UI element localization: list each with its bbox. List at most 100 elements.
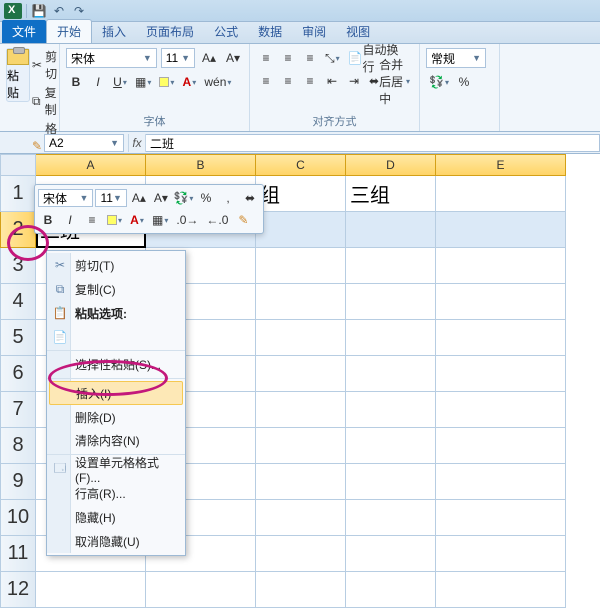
cell-c12[interactable] <box>256 572 346 608</box>
tab-file[interactable]: 文件 <box>2 20 46 43</box>
mini-align[interactable]: ≡ <box>82 210 102 230</box>
cell-c10[interactable] <box>256 500 346 536</box>
tab-data[interactable]: 数据 <box>248 20 292 43</box>
mini-italic[interactable]: I <box>60 210 80 230</box>
mini-dec-decimal[interactable]: .0→ <box>173 210 201 230</box>
cell-d8[interactable] <box>346 428 436 464</box>
row-header-3[interactable]: 3 <box>0 248 36 284</box>
cell-e1[interactable] <box>436 176 566 212</box>
save-icon[interactable]: 💾 <box>31 3 47 19</box>
menu-row-height[interactable]: 行高(R)... <box>47 481 185 505</box>
mini-fill[interactable]: ▾ <box>104 210 125 230</box>
cell-d1[interactable]: 三组 <box>346 176 436 212</box>
cell-c9[interactable] <box>256 464 346 500</box>
font-name-combo[interactable]: 宋体▼ <box>66 48 157 68</box>
cell-e5[interactable] <box>436 320 566 356</box>
mini-font-color[interactable]: A▾ <box>127 210 147 230</box>
copy-button[interactable]: 复制 <box>32 84 61 118</box>
merge-center-button[interactable]: ⬌合并后居中▾ <box>366 71 413 91</box>
tab-view[interactable]: 视图 <box>336 20 380 43</box>
cell-e8[interactable] <box>436 428 566 464</box>
mini-size-combo[interactable]: 11▼ <box>95 189 126 207</box>
col-header-a[interactable]: A <box>36 154 146 176</box>
cell-e12[interactable] <box>436 572 566 608</box>
cell-d12[interactable] <box>346 572 436 608</box>
cell-d11[interactable] <box>346 536 436 572</box>
menu-format-cells[interactable]: 🗔设置单元格格式(F)... <box>47 457 185 481</box>
cell-c6[interactable] <box>256 356 346 392</box>
row-header-10[interactable]: 10 <box>0 500 36 536</box>
row-header-5[interactable]: 5 <box>0 320 36 356</box>
mini-border[interactable]: ▦▾ <box>149 210 171 230</box>
undo-icon[interactable]: ↶ <box>51 3 67 19</box>
cell-c3[interactable] <box>256 248 346 284</box>
decrease-indent-button[interactable]: ⇤ <box>322 71 342 91</box>
menu-insert[interactable]: 插入(I) <box>49 381 183 405</box>
mini-inc-decimal[interactable]: ←.0 <box>203 210 231 230</box>
percent-button[interactable]: % <box>454 72 474 92</box>
col-header-b[interactable]: B <box>146 154 256 176</box>
tab-home[interactable]: 开始 <box>46 19 92 43</box>
menu-paste-option-1[interactable]: 📄 <box>47 325 185 351</box>
mini-percent[interactable]: % <box>196 188 216 208</box>
align-middle-button[interactable]: ≡ <box>278 48 298 68</box>
row-header-2[interactable]: 2 <box>0 212 36 248</box>
orientation-button[interactable]: ⤡▾ <box>322 48 343 68</box>
menu-delete[interactable]: 删除(D) <box>47 405 185 429</box>
font-color-button[interactable]: A▾ <box>179 72 199 92</box>
italic-button[interactable]: I <box>88 72 108 92</box>
redo-icon[interactable]: ↷ <box>71 3 87 19</box>
underline-button[interactable]: U▾ <box>110 72 130 92</box>
menu-cut[interactable]: 剪切(T) <box>47 253 185 277</box>
row-header-9[interactable]: 9 <box>0 464 36 500</box>
row-header-6[interactable]: 6 <box>0 356 36 392</box>
cell-e9[interactable] <box>436 464 566 500</box>
cell-c8[interactable] <box>256 428 346 464</box>
align-right-button[interactable]: ≡ <box>300 71 320 91</box>
cell-e2[interactable] <box>436 212 566 248</box>
cell-d3[interactable] <box>346 248 436 284</box>
cell-d2[interactable] <box>346 212 436 248</box>
col-header-d[interactable]: D <box>346 154 436 176</box>
tab-formulas[interactable]: 公式 <box>204 20 248 43</box>
tab-insert[interactable]: 插入 <box>92 20 136 43</box>
mini-shrink-font[interactable]: A▾ <box>151 188 171 208</box>
cell-e3[interactable] <box>436 248 566 284</box>
phonetic-button[interactable]: wén▾ <box>201 72 234 92</box>
cell-e4[interactable] <box>436 284 566 320</box>
align-left-button[interactable]: ≡ <box>256 71 276 91</box>
menu-paste-special[interactable]: 选择性粘贴(S)... <box>47 353 185 379</box>
mini-bold[interactable]: B <box>38 210 58 230</box>
mini-currency[interactable]: 💱▾ <box>173 188 194 208</box>
cell-c1[interactable]: 组 <box>256 176 346 212</box>
paste-button[interactable]: 粘贴 <box>6 48 30 102</box>
tab-review[interactable]: 审阅 <box>292 20 336 43</box>
cell-e7[interactable] <box>436 392 566 428</box>
cell-d9[interactable] <box>346 464 436 500</box>
menu-clear[interactable]: 清除内容(N) <box>47 429 185 455</box>
row-header-7[interactable]: 7 <box>0 392 36 428</box>
cell-c4[interactable] <box>256 284 346 320</box>
cell-c5[interactable] <box>256 320 346 356</box>
tab-page-layout[interactable]: 页面布局 <box>136 20 204 43</box>
row-header-1[interactable]: 1 <box>0 176 36 212</box>
border-button[interactable]: ▦▾ <box>132 72 154 92</box>
row-header-11[interactable]: 11 <box>0 536 36 572</box>
fill-color-button[interactable]: ▾ <box>156 72 177 92</box>
menu-copy[interactable]: 复制(C) <box>47 277 185 301</box>
increase-indent-button[interactable]: ⇥ <box>344 71 364 91</box>
formula-input[interactable]: 二班 <box>146 134 600 152</box>
mini-format-painter[interactable] <box>233 210 253 230</box>
cell-d5[interactable] <box>346 320 436 356</box>
font-size-combo[interactable]: 11▼ <box>161 48 195 68</box>
cut-button[interactable]: 剪切 <box>32 48 61 82</box>
cell-c2[interactable] <box>256 212 346 248</box>
cell-d6[interactable] <box>346 356 436 392</box>
currency-button[interactable]: 💱▾ <box>426 72 452 92</box>
align-top-button[interactable]: ≡ <box>256 48 276 68</box>
align-bottom-button[interactable]: ≡ <box>300 48 320 68</box>
menu-unhide[interactable]: 取消隐藏(U) <box>47 529 185 553</box>
cell-e6[interactable] <box>436 356 566 392</box>
col-header-c[interactable]: C <box>256 154 346 176</box>
cell-a12[interactable] <box>36 572 146 608</box>
